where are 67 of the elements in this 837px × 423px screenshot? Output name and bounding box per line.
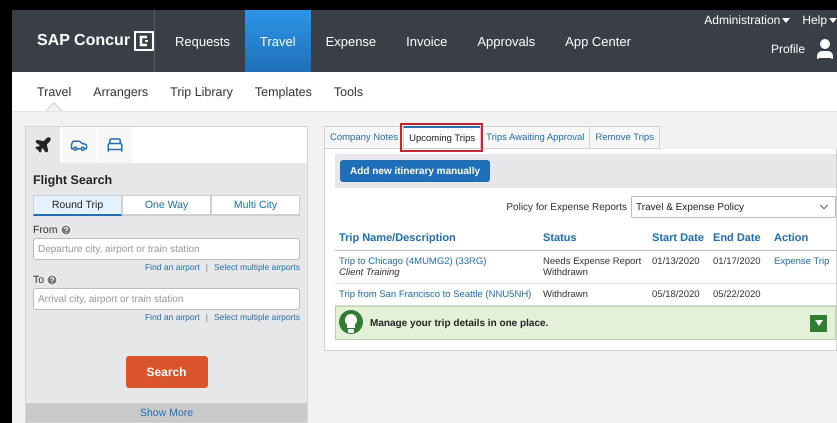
trip-type-button[interactable]: Round Trip bbox=[33, 195, 122, 216]
mode-tab[interactable] bbox=[26, 127, 60, 164]
menu-link[interactable]: Help bbox=[802, 13, 837, 27]
expand-button[interactable] bbox=[810, 314, 827, 332]
triangle-icon bbox=[814, 320, 822, 326]
input-field[interactable]: Departure city, airport or train station bbox=[33, 238, 300, 260]
end-date: 01/17/2020 bbox=[713, 256, 762, 267]
status-text: Withdrawn bbox=[543, 267, 589, 278]
column-header[interactable]: Status bbox=[539, 224, 648, 251]
trip-description: Client Training bbox=[339, 267, 401, 278]
status-text: Withdrawn bbox=[543, 289, 589, 300]
nav-tab[interactable]: Invoice bbox=[391, 10, 462, 72]
column-header[interactable]: Trip Name/Description bbox=[335, 224, 539, 251]
subnav-tab[interactable]: Trip Library bbox=[159, 72, 244, 111]
profile-link[interactable]: Profile bbox=[770, 42, 805, 56]
subnav-tab[interactable]: Templates bbox=[244, 72, 323, 111]
trip-type-button[interactable]: Multi City bbox=[211, 195, 300, 216]
status-text: Needs Expense Report bbox=[543, 256, 642, 267]
subnav-tab[interactable]: Arrangers bbox=[82, 72, 160, 111]
nav-tab[interactable]: Expense bbox=[310, 10, 392, 72]
add-itinerary-button[interactable]: Add new itinerary manually bbox=[340, 160, 490, 182]
menu-link[interactable]: Administration bbox=[704, 13, 790, 27]
help-icon[interactable] bbox=[60, 224, 72, 236]
airport-link[interactable]: Find an airport bbox=[144, 312, 200, 322]
column-header[interactable]: Start Date bbox=[648, 224, 709, 251]
field-label: To bbox=[33, 274, 44, 286]
airport-link[interactable]: Select multiple airports bbox=[214, 262, 300, 272]
policy-label: Policy for Expense Reports bbox=[506, 202, 627, 212]
trips-tab[interactable]: Company Notes bbox=[324, 126, 404, 149]
airport-link[interactable]: Find an airport bbox=[144, 262, 200, 272]
nav-tab[interactable]: Travel bbox=[244, 10, 311, 72]
trip-type-button[interactable]: One Way bbox=[122, 195, 211, 216]
trip-link[interactable]: Trip to Chicago (4MUMG2) (33RG) bbox=[339, 256, 539, 267]
trips-tab[interactable]: Remove Trips bbox=[589, 126, 660, 149]
field-label: From bbox=[33, 224, 58, 236]
nav-tab[interactable]: App Center bbox=[550, 10, 646, 72]
show-more-link[interactable]: Show More bbox=[26, 403, 307, 422]
airplane-icon bbox=[34, 136, 52, 154]
subnav-tab[interactable]: Tools bbox=[322, 72, 374, 111]
link-separator: | bbox=[206, 262, 208, 272]
column-header[interactable]: Action bbox=[770, 224, 836, 251]
caret-icon bbox=[782, 18, 790, 22]
brand-name: SAP Concur bbox=[37, 32, 130, 50]
trip-link[interactable]: Trip from San Francisco to Seattle (NNU5NH) bbox=[339, 289, 539, 300]
column-header[interactable]: End Date bbox=[709, 224, 770, 251]
action-link[interactable]: Expense Trip bbox=[774, 256, 836, 267]
link-separator: | bbox=[206, 312, 208, 322]
bed-icon bbox=[106, 136, 124, 154]
input-field[interactable]: Arrival city, airport or train station bbox=[33, 288, 300, 310]
trips-tab[interactable]: Trips Awaiting Approval bbox=[480, 126, 590, 149]
nav-tab[interactable]: Approvals bbox=[462, 10, 550, 72]
search-button[interactable]: Search bbox=[126, 356, 208, 388]
logo-icon bbox=[134, 31, 154, 51]
caret-icon bbox=[829, 18, 837, 22]
tip-text: Manage your trip details in one place. bbox=[370, 318, 548, 328]
start-date: 01/13/2020 bbox=[652, 256, 701, 267]
trips-tab[interactable]: Upcoming Trips bbox=[403, 126, 480, 149]
nav-tab[interactable]: Requests bbox=[160, 10, 245, 72]
subnav-tab[interactable]: Travel bbox=[26, 72, 82, 111]
lightbulb-icon bbox=[338, 309, 364, 337]
panel-title: Flight Search bbox=[33, 173, 114, 188]
help-icon[interactable] bbox=[46, 274, 58, 286]
end-date: 05/22/2020 bbox=[713, 289, 762, 300]
airport-link[interactable]: Select multiple airports bbox=[214, 312, 300, 322]
selection-caret bbox=[46, 103, 62, 111]
policy-select[interactable]: Travel & Expense Policy bbox=[631, 196, 836, 218]
start-date: 05/18/2020 bbox=[652, 289, 701, 300]
